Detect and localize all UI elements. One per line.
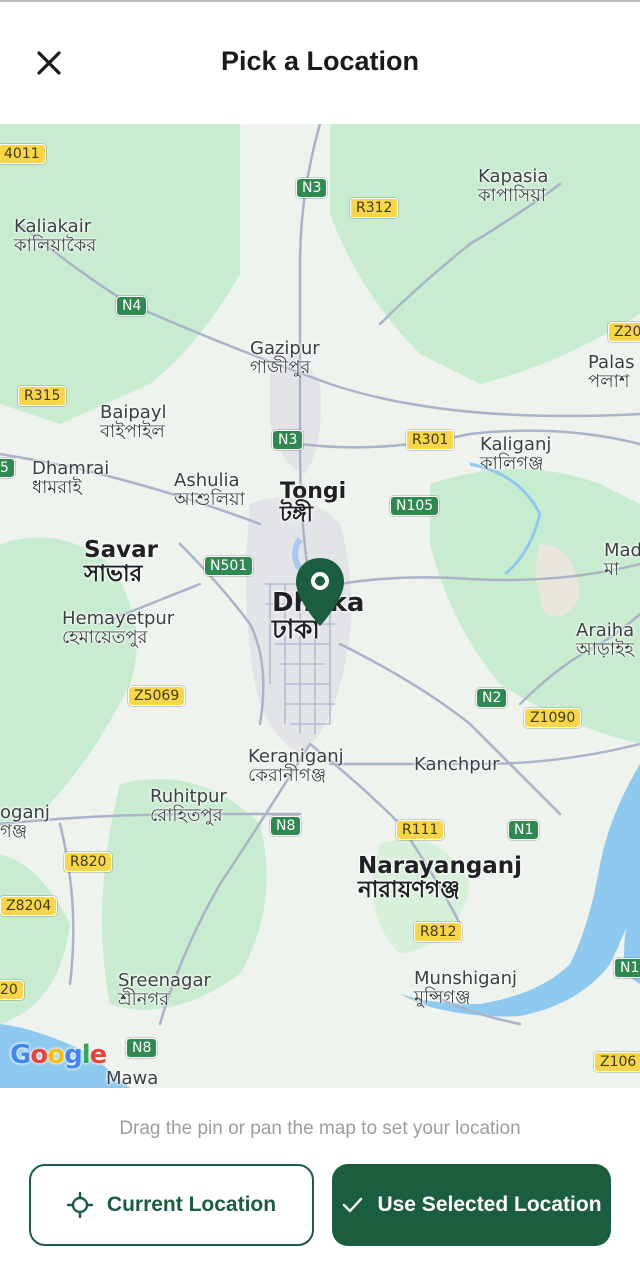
place-label: Sreenagar শ্রীনগর: [118, 970, 211, 1010]
map-view[interactable]: Kaliakair কালিয়াকৈর Kapasia কাপাসিয়া Gaz…: [0, 124, 640, 1088]
place-label: Hemayetpur হেমায়েতপুর: [62, 608, 175, 648]
place-label: Araiha আড়াইহ: [576, 620, 635, 660]
road-shield: 20: [0, 980, 24, 1000]
road-shield: R301: [406, 430, 455, 450]
place-label: Gazipur গাজীপুর: [250, 338, 320, 378]
use-selected-location-button[interactable]: Use Selected Location: [332, 1164, 611, 1246]
road-shield: R111: [396, 820, 445, 840]
crosshair-icon: [66, 1192, 93, 1218]
road-shield: Z5069: [128, 686, 186, 706]
place-label: Ruhitpur রোহিতপুর: [150, 786, 227, 826]
place-label: Ashulia আশুলিয়া: [174, 470, 245, 510]
road-shield: R820: [64, 852, 113, 872]
hint-text: Drag the pin or pan the map to set your …: [119, 1118, 521, 1139]
place-label: Kapasia কাপাসিয়া: [478, 166, 549, 206]
place-label: Kanchpur: [414, 754, 500, 775]
road-shield: N4: [116, 296, 148, 316]
road-shield: Z8204: [0, 896, 58, 916]
road-shield: Z106: [594, 1052, 640, 1072]
place-label: Kaliakair কালিয়াকৈর: [14, 216, 97, 256]
road-shield: R812: [414, 922, 463, 942]
road-shield: N1: [508, 820, 540, 840]
road-shield: Z1090: [524, 708, 582, 728]
road-shield: N105: [390, 496, 440, 516]
place-label: Mawa: [106, 1068, 159, 1088]
location-pin-icon[interactable]: [294, 556, 346, 628]
road-shield: N1: [614, 958, 640, 978]
bottom-panel: Drag the pin or pan the map to set your …: [0, 1088, 640, 1274]
place-label: Kaliganj কালিগঞ্জ: [480, 434, 552, 474]
road-shield: N3: [272, 430, 304, 450]
google-logo: Google: [10, 1040, 107, 1070]
current-location-button[interactable]: Current Location: [29, 1164, 314, 1246]
place-label: Keraniganj কেরানীগঞ্জ: [248, 746, 344, 786]
place-label: Narayanganj নারায়ণগঞ্জ: [358, 853, 523, 904]
check-icon: [343, 1197, 363, 1213]
road-shield: N501: [204, 556, 254, 576]
place-label: Munshiganj মুন্সিগঞ্জ: [414, 968, 517, 1008]
road-shield: R312: [350, 198, 399, 218]
place-label: oganj গঞ্জ: [0, 802, 50, 842]
use-selected-location-label: Use Selected Location: [377, 1193, 602, 1216]
place-label: Savar সাভার: [84, 537, 158, 588]
road-shield: Z20: [608, 322, 640, 342]
road-shield: N3: [296, 178, 328, 198]
place-label: Baipayl বাইপাইল: [100, 402, 167, 442]
road-shield: N8: [126, 1038, 158, 1058]
place-label: Mad মা: [604, 540, 640, 580]
road-shield: R315: [18, 386, 67, 406]
road-shield: 4011: [0, 144, 46, 164]
road-shield: 5: [0, 458, 15, 478]
page-title: Pick a Location: [220, 46, 420, 76]
road-shield: N2: [476, 688, 508, 708]
current-location-label: Current Location: [106, 1193, 277, 1216]
place-label: Tongi টঙ্গী: [280, 479, 347, 528]
road-shield: N8: [270, 816, 302, 836]
header: Pick a Location: [0, 2, 640, 124]
place-label: Palas পলাশ: [588, 352, 635, 392]
place-label: Dhamrai ধামরাই: [32, 458, 110, 498]
